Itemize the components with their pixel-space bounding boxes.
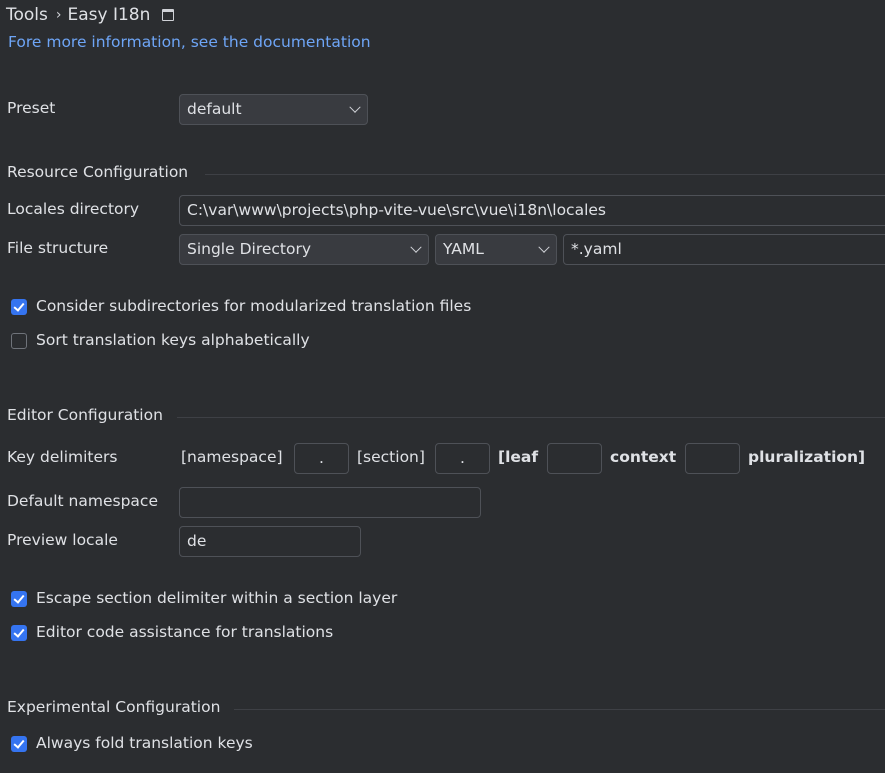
file-structure-dropdown[interactable]: Single Directory (179, 234, 429, 265)
section-tag: [section] (357, 448, 425, 466)
locales-directory-field[interactable]: C:\var\www\projects\php-vite-vue\src\vue… (179, 195, 885, 226)
escape-delimiter-label: Escape section delimiter within a sectio… (36, 589, 398, 607)
chevron-down-icon (410, 241, 422, 253)
file-pattern-field[interactable]: *.yaml (563, 234, 885, 265)
experimental-section-divider (234, 709, 885, 710)
default-namespace-label: Default namespace (7, 492, 158, 510)
file-pattern-value: *.yaml (571, 240, 622, 258)
context-delimiter-field[interactable] (685, 443, 740, 474)
file-format-value: YAML (443, 240, 484, 258)
chevron-down-icon (349, 101, 361, 113)
chevron-down-icon (538, 241, 550, 253)
default-namespace-field[interactable] (179, 487, 481, 518)
editor-section-divider (177, 417, 885, 418)
leaf-delimiter-field[interactable] (547, 443, 602, 474)
locales-directory-value: C:\var\www\projects\php-vite-vue\src\vue… (187, 201, 606, 219)
subdirectories-checkbox[interactable] (11, 299, 27, 315)
sort-keys-label: Sort translation keys alphabetically (36, 331, 310, 349)
section-delimiter-value: . (460, 449, 465, 467)
namespace-delimiter-value: . (319, 449, 324, 467)
code-assistance-label: Editor code assistance for translations (36, 623, 334, 641)
preset-label: Preset (7, 99, 56, 117)
preset-value: default (187, 100, 242, 118)
file-structure-label: File structure (7, 239, 109, 257)
resource-section-divider (205, 174, 885, 175)
code-assistance-checkbox[interactable] (11, 625, 27, 641)
escape-delimiter-checkbox[interactable] (11, 591, 27, 607)
namespace-delimiter-field[interactable]: . (294, 443, 349, 474)
breadcrumb-separator-icon: › (55, 7, 62, 23)
documentation-link[interactable]: Fore more information, see the documenta… (8, 33, 371, 51)
experimental-section-title: Experimental Configuration (7, 698, 221, 716)
file-format-dropdown[interactable]: YAML (435, 234, 557, 265)
key-delimiters-label: Key delimiters (7, 448, 118, 466)
fold-keys-checkbox[interactable] (11, 736, 27, 752)
window-icon[interactable] (162, 9, 175, 21)
namespace-tag: [namespace] (181, 448, 283, 466)
preview-locale-label: Preview locale (7, 531, 118, 549)
editor-section-title: Editor Configuration (7, 406, 163, 424)
breadcrumb: Tools › Easy I18n (6, 5, 175, 25)
section-delimiter-field[interactable]: . (435, 443, 490, 474)
preview-locale-value: de (187, 532, 207, 550)
preset-dropdown[interactable]: default (179, 94, 368, 125)
pluralization-tag: pluralization] (748, 448, 866, 466)
context-tag: context (610, 448, 677, 466)
sort-keys-checkbox[interactable] (11, 333, 27, 349)
leaf-tag: [leaf (498, 448, 539, 466)
locales-directory-label: Locales directory (7, 200, 140, 218)
breadcrumb-parent[interactable]: Tools (6, 5, 48, 25)
file-structure-value: Single Directory (187, 240, 312, 258)
fold-keys-label: Always fold translation keys (36, 734, 253, 752)
resource-section-title: Resource Configuration (7, 163, 189, 181)
subdirectories-label: Consider subdirectories for modularized … (36, 297, 472, 315)
preview-locale-field[interactable]: de (179, 526, 361, 557)
breadcrumb-current: Easy I18n (67, 5, 151, 25)
